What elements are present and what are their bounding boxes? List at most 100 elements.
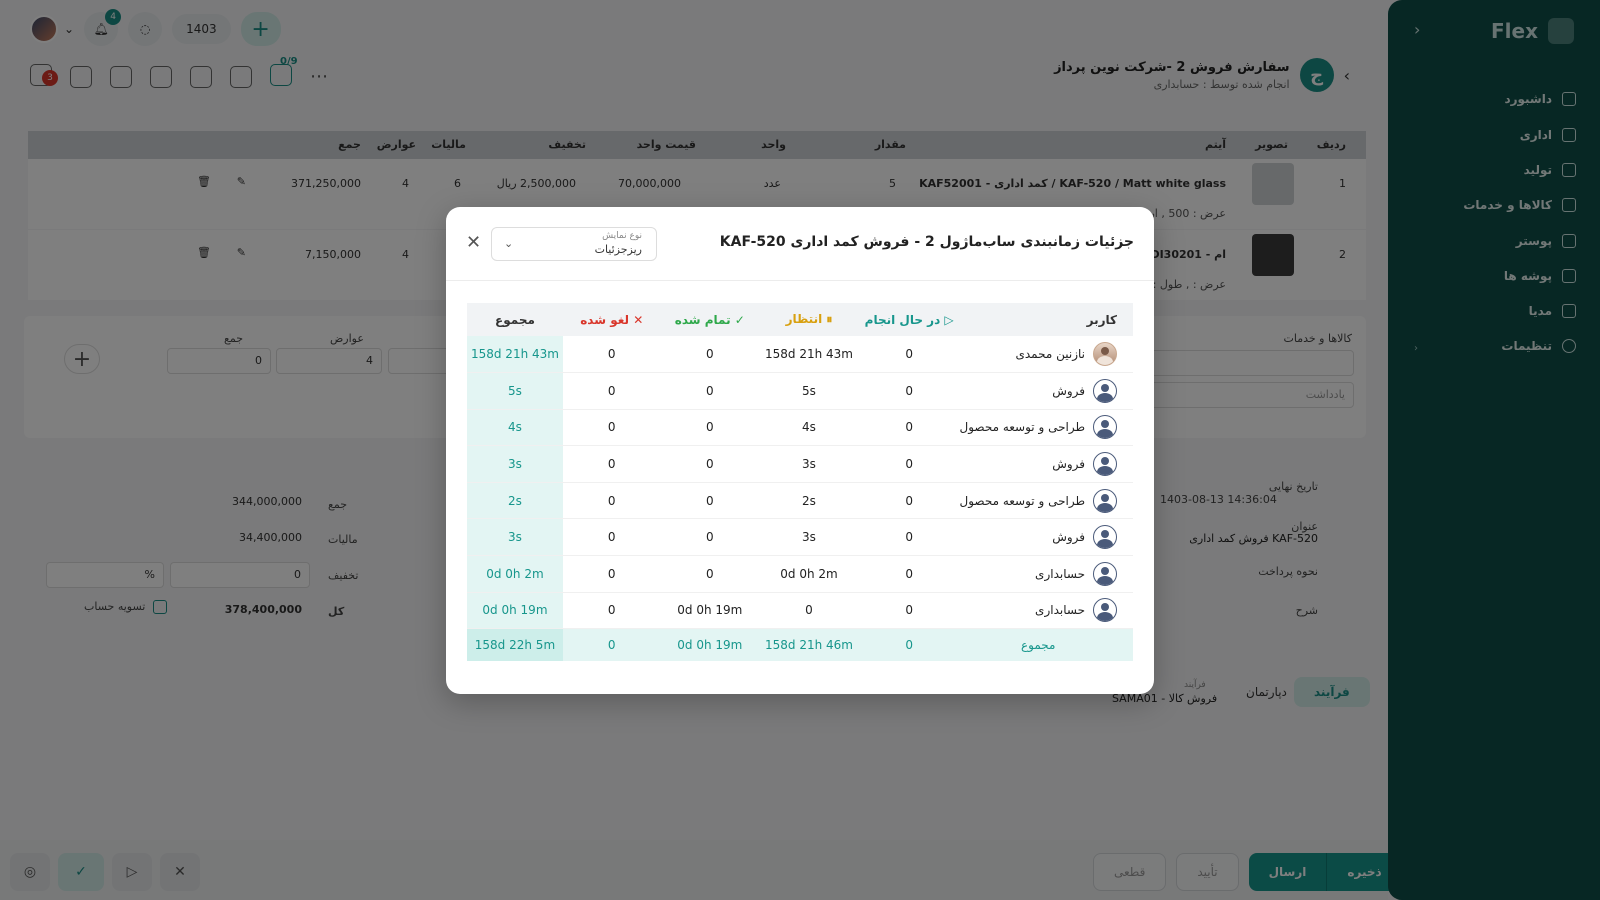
cancelled-cell: 0 (562, 409, 661, 447)
avatar (1093, 378, 1117, 403)
summary-total: 158d 22h 5m (467, 628, 563, 661)
waiting-cell: 0d 0h 2m (759, 555, 859, 593)
done-cell: 0 (660, 336, 760, 374)
done-cell: 0 (660, 445, 760, 483)
avatar (1093, 488, 1117, 513)
table-row: حسابداری 0 0 0d 0h 19m 0 0d 0h 19m (467, 592, 1133, 630)
col-done: ✓ تمام شده (660, 303, 760, 336)
modal-divider (446, 280, 1154, 281)
waiting-cell: 5s (759, 372, 859, 410)
waiting-cell: 0 (759, 592, 859, 630)
col-cancelled-label: لغو شده (580, 312, 629, 327)
in-progress-cell: 0 (858, 518, 960, 557)
avatar (1093, 342, 1117, 367)
table-row: حسابداری 0 0d 0h 2m 0 0 0d 0h 2m (467, 555, 1133, 593)
schedule-details-modal: جزئیات زمانبندی ساب‌ماژول 2 - فروش کمد ا… (446, 207, 1154, 694)
col-waiting-label: انتظار (785, 312, 823, 326)
user-cell: طراحی و توسعه محصول (959, 409, 1133, 447)
total-cell: 0d 0h 19m (467, 592, 563, 630)
avatar (1093, 525, 1117, 550)
done-cell: 0 (660, 518, 760, 557)
close-icon[interactable]: ✕ (466, 232, 481, 253)
avatar (1093, 561, 1117, 586)
user-cell-content: حسابداری (959, 598, 1117, 623)
summary-waiting: 158d 21h 46m (759, 628, 859, 661)
user-cell-content: فروش (959, 452, 1117, 477)
x-icon: ✕ (633, 312, 644, 327)
table-row: فروش 0 5s 0 0 5s (467, 372, 1133, 410)
view-type-value: ریزجزئیات (594, 243, 642, 256)
play-icon: ▷ (944, 312, 954, 327)
total-cell: 0d 0h 2m (467, 555, 563, 593)
total-cell: 158d 21h 43m (467, 336, 563, 374)
table-row: نازنین محمدی 0 158d 21h 43m 0 0 158d 21h 43m (467, 336, 1133, 374)
user-name: حسابداری (1035, 603, 1085, 618)
user-name: فروش (1052, 383, 1085, 398)
schedule-table: کاربر ▷ در حال انجام ⏸ انتظار ✓ تمام شده… (467, 303, 1133, 661)
user-cell: طراحی و توسعه محصول (959, 482, 1133, 520)
cancelled-cell: 0 (562, 555, 661, 593)
waiting-cell: 4s (759, 409, 859, 447)
cancelled-cell: 0 (562, 518, 661, 557)
user-cell: فروش (959, 372, 1133, 410)
in-progress-cell: 0 (858, 445, 960, 483)
user-cell-content: فروش (959, 378, 1117, 403)
total-cell: 5s (467, 372, 563, 410)
col-done-label: تمام شده (674, 312, 731, 327)
done-cell: 0d 0h 19m (660, 592, 760, 630)
user-cell: حسابداری (959, 555, 1133, 593)
waiting-cell: 3s (759, 445, 859, 483)
user-name: فروش (1052, 457, 1085, 472)
pause-icon: ⏸ (826, 312, 833, 326)
user-name: حسابداری (1035, 566, 1085, 581)
user-name: طراحی و توسعه محصول (959, 420, 1085, 435)
user-cell: حسابداری (959, 592, 1133, 630)
done-cell: 0 (660, 482, 760, 520)
user-cell: نازنین محمدی (959, 336, 1133, 374)
cancelled-cell: 0 (562, 592, 661, 630)
user-cell: فروش (959, 518, 1133, 557)
user-name: طراحی و توسعه محصول (959, 493, 1085, 508)
table-header-row: کاربر ▷ در حال انجام ⏸ انتظار ✓ تمام شده… (467, 303, 1133, 336)
col-in-progress: ▷ در حال انجام (858, 303, 960, 336)
in-progress-cell: 0 (858, 372, 960, 410)
user-cell-content: نازنین محمدی (959, 342, 1117, 367)
summary-in-progress: 0 (858, 628, 960, 661)
col-total: مجموع (467, 303, 563, 336)
col-waiting: ⏸ انتظار (759, 303, 859, 336)
col-user: کاربر (959, 303, 1133, 336)
waiting-cell: 2s (759, 482, 859, 520)
chevron-down-icon: ⌄ (504, 237, 514, 250)
user-name: فروش (1052, 530, 1085, 545)
table-row: طراحی و توسعه محصول 0 4s 0 0 4s (467, 409, 1133, 447)
table-row: فروش 0 3s 0 0 3s (467, 445, 1133, 483)
user-cell-content: حسابداری (959, 561, 1117, 586)
done-cell: 0 (660, 372, 760, 410)
summary-cancelled: 0 (562, 628, 661, 661)
total-cell: 4s (467, 409, 563, 447)
view-type-select[interactable]: نوع نمایش ریزجزئیات ⌄ (491, 227, 657, 261)
check-icon: ✓ (734, 312, 745, 327)
col-cancelled: ✕ لغو شده (562, 303, 661, 336)
waiting-cell: 158d 21h 43m (759, 336, 859, 374)
table-row: طراحی و توسعه محصول 0 2s 0 0 2s (467, 482, 1133, 520)
view-type-label: نوع نمایش (602, 231, 642, 241)
waiting-cell: 3s (759, 518, 859, 557)
avatar (1093, 598, 1117, 623)
cancelled-cell: 0 (562, 372, 661, 410)
modal-title: جزئیات زمانبندی ساب‌ماژول 2 - فروش کمد ا… (719, 234, 1134, 250)
cancelled-cell: 0 (562, 482, 661, 520)
done-cell: 0 (660, 409, 760, 447)
col-in-progress-label: در حال انجام (864, 312, 941, 327)
cancelled-cell: 0 (562, 336, 661, 374)
done-cell: 0 (660, 555, 760, 593)
total-cell: 2s (467, 482, 563, 520)
user-cell-content: طراحی و توسعه محصول (959, 415, 1117, 440)
user-cell-content: طراحی و توسعه محصول (959, 488, 1117, 513)
avatar (1093, 452, 1117, 477)
total-cell: 3s (467, 518, 563, 557)
avatar (1093, 415, 1117, 440)
in-progress-cell: 0 (858, 555, 960, 593)
table-row: فروش 0 3s 0 0 3s (467, 518, 1133, 557)
total-cell: 3s (467, 445, 563, 483)
